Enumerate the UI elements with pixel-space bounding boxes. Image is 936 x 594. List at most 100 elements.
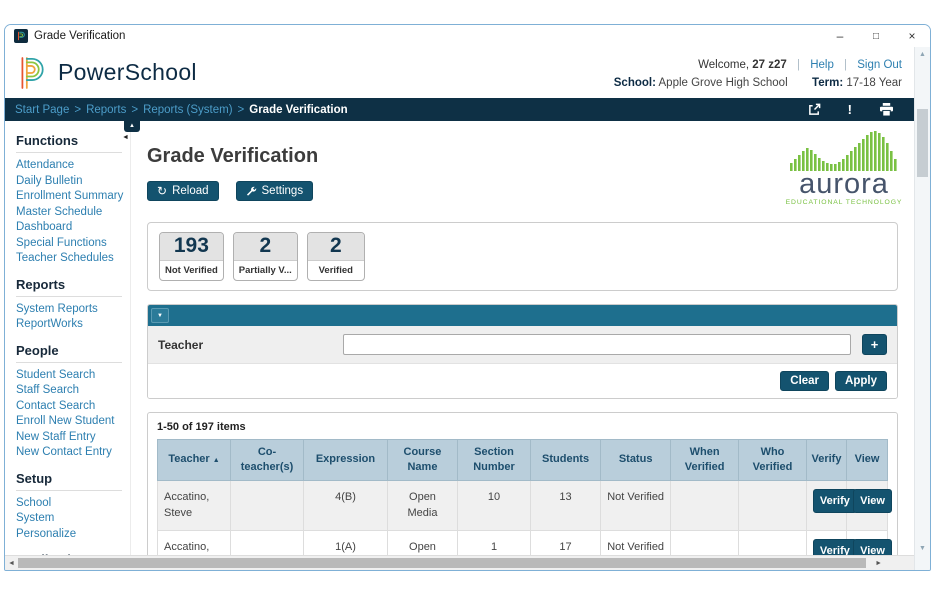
scroll-left-icon[interactable]: ◄ — [8, 556, 15, 570]
stat-card-not-verified[interactable]: 193 Not Verified — [159, 232, 224, 281]
sidebar-item-personalize[interactable]: Personalize — [16, 527, 130, 543]
teacher-filter-input[interactable] — [343, 334, 851, 355]
column-header-when-verified[interactable]: When Verified — [671, 440, 739, 481]
view-button[interactable]: View — [853, 539, 892, 555]
results-panel: 1-50 of 197 items Teacher ▲ Co-teacher — [147, 412, 898, 555]
column-header-students[interactable]: Students — [531, 440, 601, 481]
sidebar-item-master-schedule[interactable]: Master Schedule — [16, 205, 130, 221]
sidebar-section-reports: Reports — [16, 277, 130, 292]
aurora-bars-graphic — [788, 131, 900, 171]
sidebar-item-reportworks[interactable]: ReportWorks — [16, 317, 130, 333]
sidebar-item-system-reports[interactable]: System Reports — [16, 302, 130, 318]
view-button[interactable]: View — [853, 489, 892, 514]
stat-card-verified[interactable]: 2 Verified — [307, 232, 365, 281]
cell-section-number: 1 — [458, 530, 531, 555]
sidebar-item-teacher-schedules[interactable]: Teacher Schedules — [16, 251, 130, 267]
sidebar-item-system[interactable]: System — [16, 511, 130, 527]
close-icon[interactable]: × — [894, 25, 930, 47]
sidebar-item-enroll-new-student[interactable]: Enroll New Student — [16, 414, 130, 430]
cell-course-name: Open Media — [387, 530, 457, 555]
scroll-right-icon[interactable]: ► — [875, 556, 882, 570]
sidebar-item-dashboard[interactable]: Dashboard — [16, 220, 130, 236]
filter-collapse-button[interactable]: ▼ — [151, 308, 169, 323]
external-link-icon[interactable] — [808, 103, 821, 116]
collapse-up-icon[interactable]: ▲ — [124, 121, 140, 132]
settings-button[interactable]: Settings — [236, 181, 314, 201]
sidebar-item-student-search[interactable]: Student Search — [16, 368, 130, 384]
sidebar-item-new-staff-entry[interactable]: New Staff Entry — [16, 430, 130, 446]
sidebar-collapse-icon[interactable]: ◄ — [122, 134, 129, 141]
stat-card-partially-verified[interactable]: 2 Partially V... — [233, 232, 298, 281]
school-value[interactable]: Apple Grove High School — [659, 77, 788, 89]
cell-who-verified — [739, 530, 807, 555]
sidebar-item-staff-search[interactable]: Staff Search — [16, 383, 130, 399]
scroll-up-icon[interactable]: ▲ — [915, 51, 930, 58]
cell-students: 17 — [531, 530, 601, 555]
cell-when-verified — [671, 530, 739, 555]
sidebar-item-new-contact-entry[interactable]: New Contact Entry — [16, 445, 130, 461]
column-header-expression[interactable]: Expression — [304, 440, 388, 481]
welcome-prefix: Welcome, — [698, 59, 749, 71]
school-label: School: — [614, 77, 656, 89]
sidebar: Functions Attendance Daily Bulletin Enro… — [5, 121, 131, 555]
stats-panel: 193 Not Verified 2 Partially V... 2 Veri… — [147, 222, 898, 291]
apply-button[interactable]: Apply — [835, 371, 887, 391]
column-header-teacher[interactable]: Teacher ▲ — [158, 440, 231, 481]
breadcrumb-start-page[interactable]: Start Page — [15, 104, 69, 116]
reload-icon: ↻ — [157, 185, 167, 197]
sidebar-item-enrollment-summary[interactable]: Enrollment Summary — [16, 189, 130, 205]
term-value[interactable]: 17-18 Year — [846, 77, 902, 89]
scroll-down-icon[interactable]: ▼ — [915, 545, 930, 552]
stat-label: Partially V... — [234, 260, 297, 280]
cell-status: Not Verified — [601, 480, 671, 530]
sidebar-item-contact-search[interactable]: Contact Search — [16, 399, 130, 415]
vertical-scrollbar[interactable]: ▲ ▼ — [914, 47, 930, 570]
help-link[interactable]: Help — [810, 59, 834, 71]
column-header-course-name[interactable]: Course Name — [387, 440, 457, 481]
school-term-line: School: Apple Grove High School Term: 17… — [614, 77, 902, 89]
minimize-icon[interactable]: – — [822, 25, 858, 47]
stat-value: 193 — [160, 233, 223, 260]
column-header-section-number[interactable]: Section Number — [458, 440, 531, 481]
horizontal-scrollbar-thumb[interactable] — [18, 558, 866, 568]
app-window: Grade Verification – □ × — [4, 24, 931, 571]
horizontal-scrollbar[interactable]: ◄ ► — [5, 555, 914, 570]
printer-icon[interactable] — [879, 103, 894, 116]
teacher-filter-label: Teacher — [158, 338, 343, 352]
column-header-status[interactable]: Status — [601, 440, 671, 481]
maximize-icon[interactable]: □ — [858, 25, 894, 47]
sidebar-item-attendance[interactable]: Attendance — [16, 158, 130, 174]
chevron-down-icon: ▼ — [157, 313, 163, 319]
username: 27 z27 — [752, 59, 787, 71]
filter-actions-row: Clear Apply — [148, 364, 897, 398]
column-header-co-teachers[interactable]: Co-teacher(s) — [231, 440, 304, 481]
table-row: Accatino, Steve 4(B) Open Media 10 13 No… — [158, 480, 888, 530]
aurora-logo: aurora EDUCATIONAL TECHNOLOGY — [784, 131, 904, 206]
sort-asc-icon: ▲ — [213, 457, 220, 464]
cell-section-number: 10 — [458, 480, 531, 530]
divider — [16, 490, 122, 491]
breadcrumb: Start Page > Reports > Reports (System) … — [5, 98, 914, 121]
clear-button[interactable]: Clear — [780, 371, 829, 391]
sidebar-item-school[interactable]: School — [16, 496, 130, 512]
column-header-verify: Verify — [806, 440, 846, 481]
reload-button[interactable]: ↻ Reload — [147, 181, 219, 201]
breadcrumb-reports[interactable]: Reports — [86, 104, 126, 116]
column-header-who-verified[interactable]: Who Verified — [739, 440, 807, 481]
filter-teacher-row: Teacher + — [148, 326, 897, 364]
sidebar-item-special-functions[interactable]: Special Functions — [16, 236, 130, 252]
app-header: PowerSchool Welcome, 27 z27 | Help | Sig… — [5, 47, 914, 98]
add-filter-button[interactable]: + — [862, 334, 887, 355]
breadcrumb-reports-system[interactable]: Reports (System) — [143, 104, 232, 116]
sidebar-item-daily-bulletin[interactable]: Daily Bulletin — [16, 174, 130, 190]
cell-students: 13 — [531, 480, 601, 530]
powerschool-logo[interactable]: PowerSchool — [5, 47, 197, 98]
grade-verification-table: Teacher ▲ Co-teacher(s) Expression Cours… — [157, 439, 888, 555]
alert-icon[interactable]: ! — [848, 102, 852, 117]
signout-link[interactable]: Sign Out — [857, 59, 902, 71]
divider — [16, 152, 122, 153]
verify-button[interactable]: Verify — [813, 489, 857, 514]
vertical-scrollbar-thumb[interactable] — [917, 109, 928, 177]
sidebar-section-functions: Functions — [16, 133, 130, 148]
verify-button[interactable]: Verify — [813, 539, 857, 555]
